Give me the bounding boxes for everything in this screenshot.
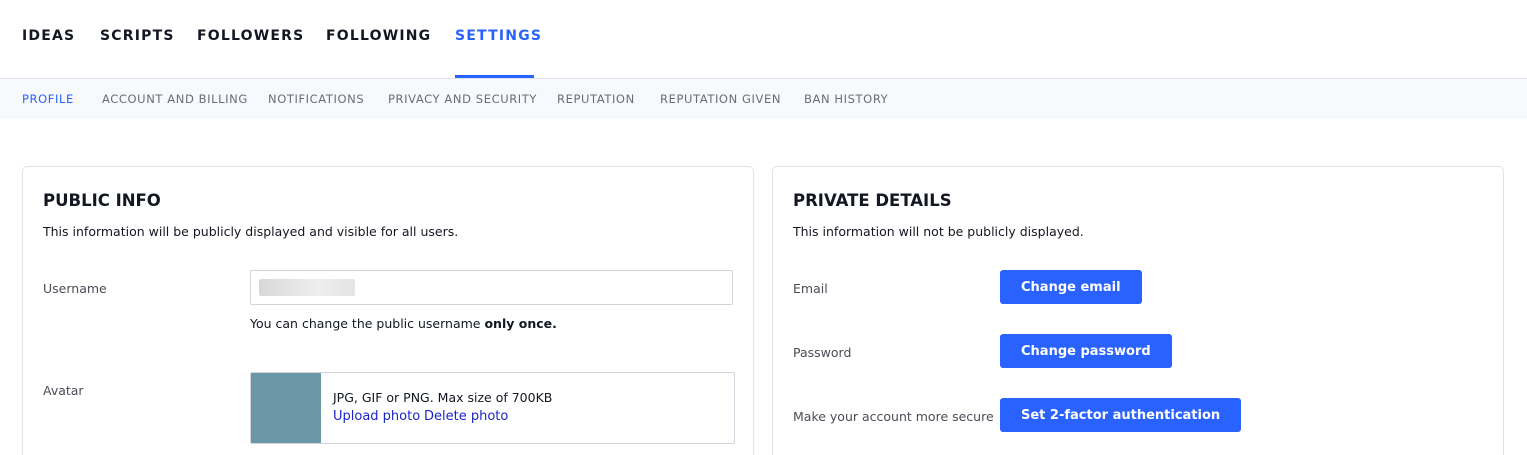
subtab-account-and-billing[interactable]: ACCOUNT AND BILLING xyxy=(102,92,248,106)
email-label: Email xyxy=(793,281,828,296)
subtab-ban-history[interactable]: BAN HISTORY xyxy=(804,92,888,106)
username-redacted-value xyxy=(259,279,355,296)
username-hint-text: You can change the public username xyxy=(250,316,485,331)
public-info-description: This information will be publicly displa… xyxy=(43,224,459,239)
set-2fa-button[interactable]: Set 2-factor authentication xyxy=(1000,398,1242,432)
settings-sub-navigation: PROFILE ACCOUNT AND BILLING NOTIFICATION… xyxy=(0,79,1527,119)
delete-photo-link[interactable]: Delete photo xyxy=(424,409,508,424)
private-details-card: PRIVATE DETAILS This information will no… xyxy=(772,166,1504,455)
tab-scripts[interactable]: SCRIPTS xyxy=(100,28,175,44)
username-hint-emphasis: only once. xyxy=(484,316,557,331)
avatar xyxy=(251,373,321,443)
password-label: Password xyxy=(793,345,852,360)
tab-settings[interactable]: SETTINGS xyxy=(455,28,542,44)
change-email-button[interactable]: Change email xyxy=(1000,270,1142,304)
private-details-description: This information will not be publicly di… xyxy=(793,224,1084,239)
subtab-notifications[interactable]: NOTIFICATIONS xyxy=(268,92,364,106)
username-label: Username xyxy=(43,281,107,296)
username-hint: You can change the public username only … xyxy=(250,316,557,331)
subtab-reputation[interactable]: REPUTATION xyxy=(557,92,635,106)
public-info-title: PUBLIC INFO xyxy=(43,191,161,210)
upload-photo-link[interactable]: Upload photo xyxy=(333,409,420,424)
active-tab-indicator xyxy=(455,75,534,78)
subtab-privacy-and-security[interactable]: PRIVACY AND SECURITY xyxy=(388,92,537,106)
tab-ideas[interactable]: IDEAS xyxy=(22,28,75,44)
top-navigation: IDEAS SCRIPTS FOLLOWERS FOLLOWING SETTIN… xyxy=(0,0,1527,79)
security-label: Make your account more secure xyxy=(793,409,994,424)
avatar-uploader: JPG, GIF or PNG. Max size of 700KB Uploa… xyxy=(250,372,735,444)
change-password-button[interactable]: Change password xyxy=(1000,334,1172,368)
username-input[interactable] xyxy=(250,270,733,305)
subtab-reputation-given[interactable]: REPUTATION GIVEN xyxy=(660,92,781,106)
tab-following[interactable]: FOLLOWING xyxy=(326,28,431,44)
avatar-format-hint: JPG, GIF or PNG. Max size of 700KB xyxy=(333,390,553,405)
private-details-title: PRIVATE DETAILS xyxy=(793,191,952,210)
public-info-card: PUBLIC INFO This information will be pub… xyxy=(22,166,754,455)
subtab-profile[interactable]: PROFILE xyxy=(22,92,74,106)
tab-followers[interactable]: FOLLOWERS xyxy=(197,28,304,44)
avatar-label: Avatar xyxy=(43,383,84,398)
